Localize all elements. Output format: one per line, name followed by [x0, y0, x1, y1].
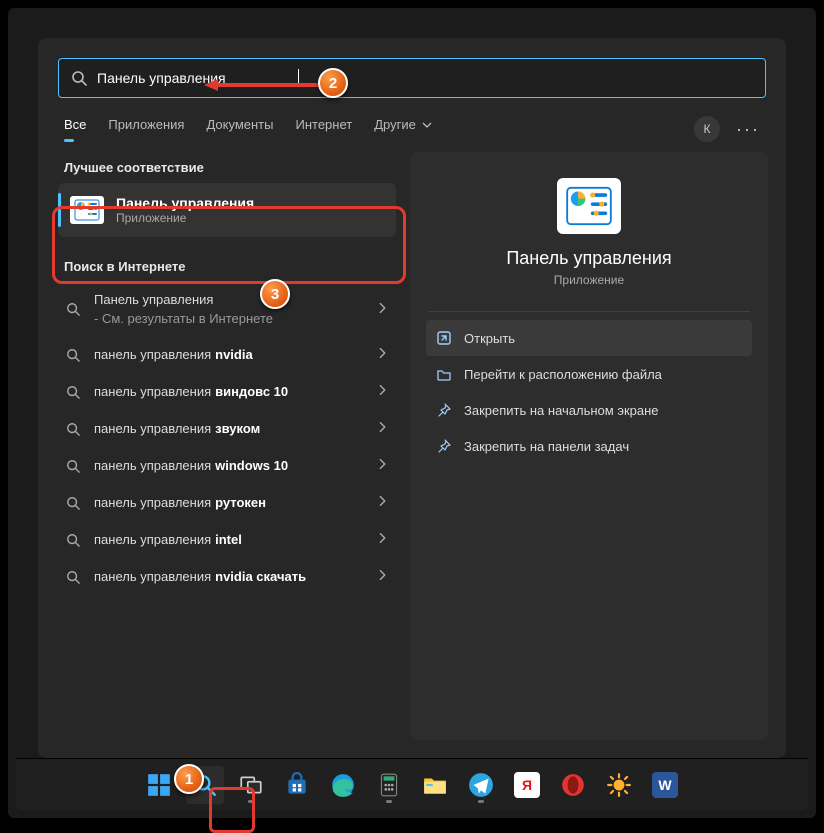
action-label: Закрепить на начальном экране	[464, 403, 659, 418]
control-panel-icon	[70, 196, 104, 224]
best-match-item[interactable]: Панель управления Приложение	[58, 183, 396, 237]
annotation-marker-1: 1	[174, 764, 204, 794]
results-column: Лучшее соответствие Панель управления Пр…	[56, 152, 398, 740]
taskbar: Я W	[16, 758, 808, 810]
taskbar-yandex[interactable]: Я	[508, 766, 546, 804]
tab-documents[interactable]: Документы	[206, 117, 273, 142]
best-match-label: Лучшее соответствие	[64, 160, 390, 175]
chevron-right-icon	[376, 301, 390, 318]
taskbar-weather[interactable]	[600, 766, 638, 804]
search-bar[interactable]	[58, 58, 766, 98]
search-icon	[71, 70, 87, 86]
taskbar-opera[interactable]	[554, 766, 592, 804]
details-action[interactable]: Закрепить на начальном экране	[426, 392, 752, 428]
tab-all[interactable]: Все	[64, 117, 86, 142]
taskbar-store[interactable]	[278, 766, 316, 804]
details-action[interactable]: Закрепить на панели задач	[426, 428, 752, 464]
search-icon	[64, 459, 82, 473]
chevron-right-icon	[376, 568, 390, 585]
search-icon	[64, 385, 82, 399]
web-result-text: панель управления intel	[94, 532, 376, 547]
web-section-label: Поиск в Интернете	[64, 259, 390, 274]
web-result-text: панель управления nvidia скачать	[94, 569, 376, 584]
search-icon	[64, 422, 82, 436]
tab-internet[interactable]: Интернет	[295, 117, 352, 142]
search-icon	[64, 302, 82, 316]
pin-icon	[436, 438, 452, 454]
web-result[interactable]: панель управления рутокен	[56, 484, 398, 521]
details-subtitle: Приложение	[426, 273, 752, 287]
web-result[interactable]: панель управления nvidia	[56, 336, 398, 373]
tabs-right-group: К ···	[694, 116, 760, 142]
chevron-right-icon	[376, 457, 390, 474]
chevron-right-icon	[376, 346, 390, 363]
taskbar-start[interactable]	[140, 766, 178, 804]
desktop-shell: Все Приложения Документы Интернет Другие…	[8, 8, 816, 818]
divider	[428, 311, 750, 312]
action-label: Открыть	[464, 331, 515, 346]
tab-more[interactable]: Другие	[374, 117, 432, 142]
open-icon	[436, 330, 452, 346]
web-result[interactable]: панель управления звуком	[56, 410, 398, 447]
folder-icon	[436, 366, 452, 382]
search-icon	[64, 570, 82, 584]
web-result[interactable]: Панель управления - См. результаты в Инт…	[56, 282, 398, 336]
search-flyout: Все Приложения Документы Интернет Другие…	[38, 38, 786, 758]
web-result[interactable]: панель управления windows 10	[56, 447, 398, 484]
taskbar-telegram[interactable]	[462, 766, 500, 804]
tab-apps[interactable]: Приложения	[108, 117, 184, 142]
annotation-marker-3: 3	[260, 279, 290, 309]
annotation-marker-2: 2	[318, 68, 348, 98]
action-label: Перейти к расположению файла	[464, 367, 662, 382]
details-action[interactable]: Перейти к расположению файла	[426, 356, 752, 392]
web-result-text: панель управления nvidia	[94, 347, 376, 362]
web-result[interactable]: панель управления nvidia скачать	[56, 558, 398, 595]
details-title: Панель управления	[426, 248, 752, 269]
user-avatar[interactable]: К	[694, 116, 720, 142]
web-result-text: Панель управления - См. результаты в Инт…	[94, 292, 376, 326]
details-action[interactable]: Открыть	[426, 320, 752, 356]
taskbar-explorer[interactable]	[416, 766, 454, 804]
details-actions: Открыть Перейти к расположению файла Зак…	[426, 320, 752, 464]
chevron-right-icon	[376, 494, 390, 511]
best-match-subtitle: Приложение	[116, 211, 254, 225]
chevron-right-icon	[376, 383, 390, 400]
action-label: Закрепить на панели задач	[464, 439, 629, 454]
chevron-down-icon	[420, 118, 432, 130]
web-result-text: панель управления звуком	[94, 421, 376, 436]
details-app-icon	[557, 178, 621, 234]
web-result[interactable]: панель управления intel	[56, 521, 398, 558]
search-icon	[64, 348, 82, 362]
taskbar-edge[interactable]	[324, 766, 362, 804]
tab-more-label: Другие	[374, 117, 416, 132]
search-icon	[64, 496, 82, 510]
web-results-list: Панель управления - См. результаты в Инт…	[56, 282, 398, 595]
taskbar-taskview[interactable]	[232, 766, 270, 804]
taskbar-calculator[interactable]	[370, 766, 408, 804]
more-options-button[interactable]: ···	[736, 119, 760, 140]
chevron-right-icon	[376, 531, 390, 548]
chevron-right-icon	[376, 420, 390, 437]
web-result-text: панель управления рутокен	[94, 495, 376, 510]
web-result[interactable]: панель управления виндовс 10	[56, 373, 398, 410]
taskbar-word[interactable]: W	[646, 766, 684, 804]
search-icon	[64, 533, 82, 547]
pin-icon	[436, 402, 452, 418]
details-pane: Панель управления Приложение Открыть Пер…	[410, 152, 768, 740]
search-tabs: Все Приложения Документы Интернет Другие…	[38, 98, 786, 142]
annotation-arrow	[204, 79, 324, 91]
best-match-title: Панель управления	[116, 195, 254, 211]
web-result-text: панель управления windows 10	[94, 458, 376, 473]
web-result-text: панель управления виндовс 10	[94, 384, 376, 399]
